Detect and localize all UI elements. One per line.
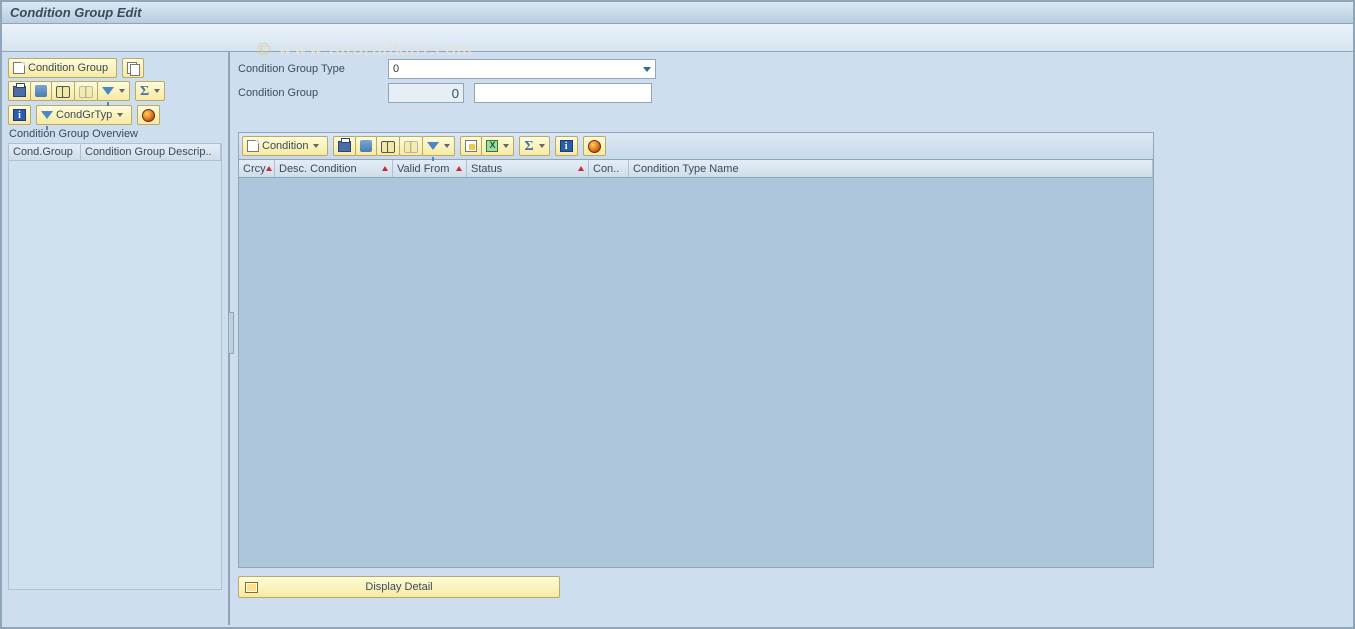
- grid-find-next-button[interactable]: [399, 136, 423, 156]
- grid-filter-button[interactable]: [422, 136, 455, 156]
- excel-icon: [486, 140, 498, 152]
- col-desc-condition[interactable]: Desc. Condition: [275, 160, 393, 177]
- condition-group-type-select[interactable]: 0: [388, 59, 656, 79]
- grid-header: Crcy Desc. Condition Valid From Status C…: [239, 160, 1153, 178]
- grid-excel-button[interactable]: [481, 136, 514, 156]
- grid-details-button[interactable]: i: [555, 136, 578, 156]
- condgrtyp-button[interactable]: CondGrTyp: [36, 105, 132, 125]
- sigma-icon: Σ: [140, 85, 149, 98]
- condition-group-number-input[interactable]: [388, 83, 464, 103]
- page-title: Condition Group Edit: [10, 5, 141, 20]
- print-icon: [13, 86, 26, 97]
- print-icon: [338, 141, 351, 152]
- view-icon: [35, 85, 47, 97]
- app-toolbar: [2, 24, 1353, 52]
- overview-body[interactable]: [8, 161, 222, 590]
- grid-find-button[interactable]: [376, 136, 400, 156]
- grid-body[interactable]: [239, 178, 1153, 567]
- binoculars-next-icon: [404, 141, 418, 151]
- condition-grid-section: Condition Σ i: [238, 132, 1154, 568]
- sort-asc-icon: [382, 166, 388, 171]
- chart-icon: [588, 140, 601, 153]
- col-status[interactable]: Status: [467, 160, 589, 177]
- filter-button[interactable]: [97, 81, 130, 101]
- binoculars-icon: [56, 86, 70, 96]
- find-next-button[interactable]: [74, 81, 98, 101]
- sum-button[interactable]: Σ: [135, 81, 165, 101]
- condition-group-button[interactable]: Condition Group: [8, 58, 117, 78]
- info-icon: i: [13, 109, 26, 121]
- overview-header: Cond.Group Condition Group Descrip..: [8, 143, 222, 161]
- view-icon: [360, 140, 372, 152]
- grid-view-button[interactable]: [355, 136, 377, 156]
- view-button[interactable]: [30, 81, 52, 101]
- display-detail-button[interactable]: Display Detail: [238, 576, 560, 598]
- overview-col-descrip[interactable]: Condition Group Descrip..: [81, 144, 221, 160]
- binoculars-icon: [381, 141, 395, 151]
- copy-icon: [127, 62, 139, 74]
- funnel-icon: [41, 111, 53, 119]
- sort-asc-icon: [266, 166, 272, 171]
- grid-print-button[interactable]: [333, 136, 356, 156]
- find-button[interactable]: [51, 81, 75, 101]
- sigma-icon: Σ: [524, 140, 533, 153]
- col-crcy[interactable]: Crcy: [239, 160, 275, 177]
- binoculars-next-icon: [79, 86, 93, 96]
- export-icon: [465, 140, 477, 152]
- label-condition-group-type: Condition Group Type: [238, 63, 388, 75]
- document-icon: [247, 140, 259, 152]
- sort-asc-icon: [456, 166, 462, 171]
- document-icon: [13, 62, 25, 74]
- grid-graphic-button[interactable]: [583, 136, 606, 156]
- app-window: Condition Group Edit ©© www.tutorialkart…: [0, 0, 1355, 629]
- funnel-icon: [102, 87, 114, 95]
- condition-button[interactable]: Condition: [242, 136, 328, 156]
- title-bar: Condition Group Edit: [2, 2, 1353, 24]
- col-condition-type-name[interactable]: Condition Type Name: [629, 160, 1153, 177]
- splitter-handle[interactable]: [228, 312, 234, 354]
- overview-col-group[interactable]: Cond.Group: [9, 144, 81, 160]
- display-icon: [245, 582, 258, 593]
- copy-button[interactable]: [122, 58, 144, 78]
- col-valid-from[interactable]: Valid From: [393, 160, 467, 177]
- graphic-button[interactable]: [137, 105, 160, 125]
- main-area: Condition Group Type 0 Condition Group C…: [230, 52, 1353, 625]
- details-button[interactable]: i: [8, 105, 31, 125]
- condition-group-text-input[interactable]: [474, 83, 652, 103]
- print-button[interactable]: [8, 81, 31, 101]
- chart-icon: [142, 109, 155, 122]
- grid-export-button[interactable]: [460, 136, 482, 156]
- grid-toolbar: Condition Σ i: [239, 133, 1153, 160]
- funnel-icon: [427, 142, 439, 150]
- info-icon: i: [560, 140, 573, 152]
- sort-asc-icon: [578, 166, 584, 171]
- label-condition-group: Condition Group: [238, 87, 388, 99]
- sidebar: Condition Group Σ i CondGrTyp: [2, 52, 230, 625]
- grid-sum-button[interactable]: Σ: [519, 136, 549, 156]
- col-con[interactable]: Con..: [589, 160, 629, 177]
- overview-title: Condition Group Overview: [8, 128, 222, 140]
